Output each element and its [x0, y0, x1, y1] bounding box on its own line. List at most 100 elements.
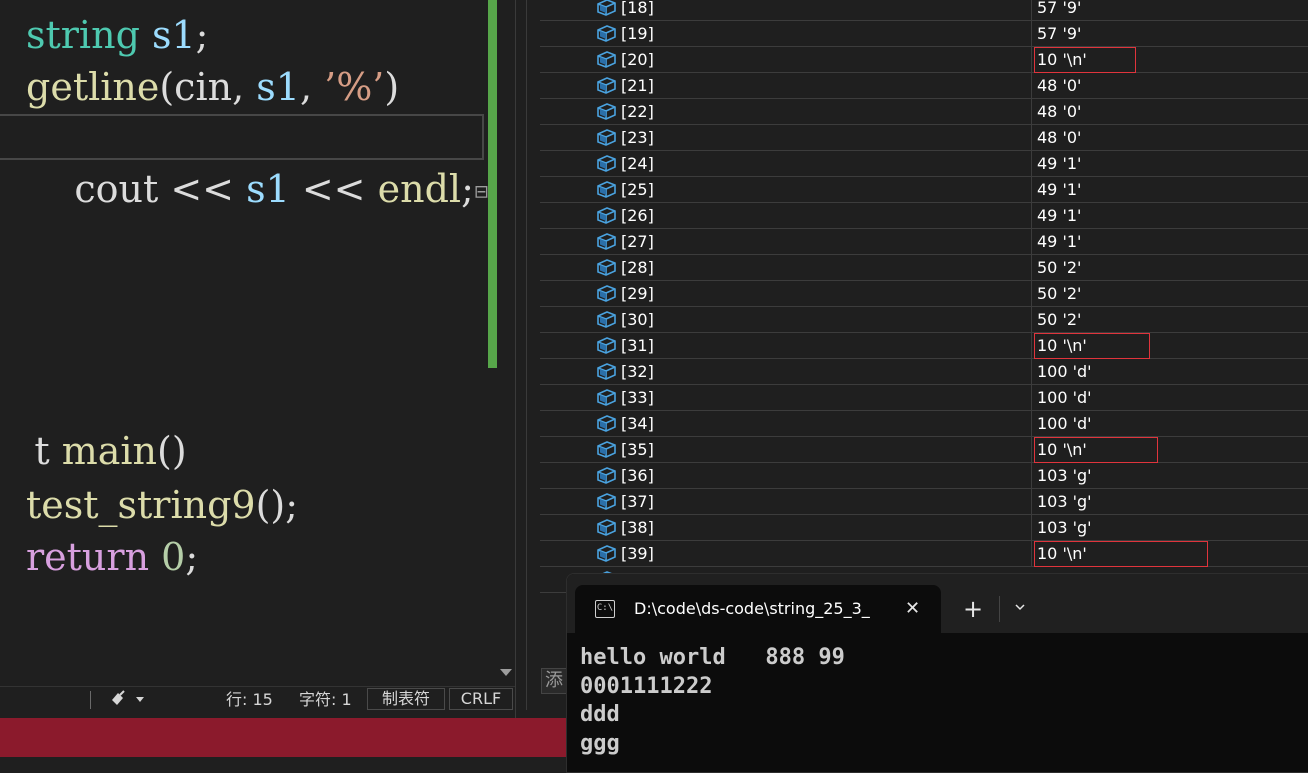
watch-row[interactable]: [31] 10 '\n': [540, 333, 1308, 359]
column-divider: [1031, 203, 1032, 229]
member-cube-icon: [595, 491, 617, 511]
watch-row[interactable]: [37] 103 'g': [540, 489, 1308, 515]
watch-row[interactable]: [33] 100 'd': [540, 385, 1308, 411]
column-divider: [1031, 437, 1032, 463]
column-divider: [1031, 463, 1032, 489]
member-cube-icon: [595, 231, 617, 251]
watch-row[interactable]: [20] 10 '\n': [540, 47, 1308, 73]
editor-status-bar: 行: 15 字符: 1 制表符 CRLF: [0, 686, 515, 712]
watch-row-value[interactable]: 57 '9': [1037, 21, 1081, 47]
member-cube-icon: [595, 257, 617, 277]
code-token: return: [26, 535, 150, 579]
watch-row[interactable]: [26] 49 '1': [540, 203, 1308, 229]
watch-row-name: [25]: [621, 180, 654, 199]
member-cube-icon: [595, 335, 617, 355]
code-line-return[interactable]: return 0;: [26, 532, 198, 582]
watch-row-value[interactable]: 50 '2': [1037, 307, 1081, 333]
fold-indicator-icon[interactable]: ⊟: [474, 182, 488, 203]
terminal-window[interactable]: C:\ D:\code\ds-code\string_25_3_ ✕ + hel…: [566, 573, 1308, 773]
watch-row-value[interactable]: 49 '1': [1037, 203, 1081, 229]
watch-row[interactable]: [25] 49 '1': [540, 177, 1308, 203]
highlight-box: [1034, 437, 1158, 463]
terminal-output-line: 0001111222: [580, 673, 713, 699]
watch-row[interactable]: [32] 100 'd': [540, 359, 1308, 385]
char-position-indicator[interactable]: 字符: 1: [299, 687, 352, 712]
watch-row-value[interactable]: 48 '0': [1037, 125, 1081, 151]
watch-row[interactable]: [19] 57 '9': [540, 21, 1308, 47]
editor-vertical-scrollbar[interactable]: [497, 0, 515, 686]
watch-row[interactable]: [18] 57 '9': [540, 0, 1308, 21]
code-line-3[interactable]: cout << s1 << endl;⊟: [26, 114, 488, 211]
member-cube-icon: [595, 439, 617, 459]
watch-row-value[interactable]: 48 '0': [1037, 99, 1081, 125]
code-editor[interactable]: string s1; getline(cin, s1, ’%’) cout <<…: [0, 0, 488, 686]
watch-row-value[interactable]: 103 'g': [1037, 515, 1092, 541]
watch-row-name: [22]: [621, 102, 654, 121]
status-divider: [90, 691, 91, 709]
member-cube-icon: [595, 309, 617, 329]
watch-row[interactable]: [36] 103 'g': [540, 463, 1308, 489]
watch-row-value[interactable]: 57 '9': [1037, 0, 1081, 21]
watch-row[interactable]: [22] 48 '0': [540, 99, 1308, 125]
member-cube-icon: [595, 283, 617, 303]
member-cube-icon: [595, 23, 617, 43]
watch-row-value[interactable]: 100 'd': [1037, 359, 1092, 385]
column-divider: [1031, 73, 1032, 99]
chevron-down-icon[interactable]: [1015, 602, 1025, 612]
watch-row[interactable]: [28] 50 '2': [540, 255, 1308, 281]
member-cube-icon: [595, 413, 617, 433]
watch-row-value[interactable]: 48 '0': [1037, 73, 1081, 99]
column-divider: [1031, 307, 1032, 333]
code-line-1[interactable]: string s1;: [26, 10, 208, 60]
watch-row-value[interactable]: 49 '1': [1037, 177, 1081, 203]
watch-row[interactable]: [34] 100 'd': [540, 411, 1308, 437]
watch-row[interactable]: [30] 50 '2': [540, 307, 1308, 333]
watch-row-name: [23]: [621, 128, 654, 147]
close-tab-icon[interactable]: ✕: [905, 585, 920, 633]
code-token: test_string9: [26, 483, 256, 527]
watch-row-value[interactable]: 100 'd': [1037, 411, 1092, 437]
watch-row-name: [39]: [621, 544, 654, 563]
scroll-down-arrow-icon[interactable]: [497, 664, 515, 680]
watch-row[interactable]: [39] 10 '\n': [540, 541, 1308, 567]
watch-row[interactable]: [35] 10 '\n': [540, 437, 1308, 463]
watch-row-name: [31]: [621, 336, 654, 355]
terminal-tab-title: D:\code\ds-code\string_25_3_: [634, 599, 870, 618]
watch-row-value[interactable]: 49 '1': [1037, 151, 1081, 177]
member-cube-icon: [595, 361, 617, 381]
watch-row[interactable]: [23] 48 '0': [540, 125, 1308, 151]
terminal-tab[interactable]: C:\ D:\code\ds-code\string_25_3_ ✕: [575, 585, 941, 633]
member-cube-icon: [595, 153, 617, 173]
member-cube-icon: [595, 0, 617, 17]
watch-row-value[interactable]: 103 'g': [1037, 489, 1092, 515]
column-divider: [1031, 21, 1032, 47]
code-line-test-call[interactable]: test_string9();: [26, 480, 298, 530]
line-number-indicator[interactable]: 行: 15: [226, 687, 273, 712]
highlight-box: [1034, 333, 1150, 359]
code-token: (cin,: [159, 65, 257, 109]
watch-row-value[interactable]: 50 '2': [1037, 281, 1081, 307]
tab-mode-indicator[interactable]: 制表符: [367, 688, 445, 710]
watch-row[interactable]: [38] 103 'g': [540, 515, 1308, 541]
terminal-tab-bar: C:\ D:\code\ds-code\string_25_3_ ✕ +: [567, 574, 1308, 633]
watch-row-value[interactable]: 50 '2': [1037, 255, 1081, 281]
terminal-output[interactable]: hello world 888 99 0001111222 ddd ggg: [580, 644, 845, 758]
code-token: getline: [26, 65, 160, 109]
watch-row-value[interactable]: 100 'd': [1037, 385, 1092, 411]
watch-row-name: [37]: [621, 492, 654, 511]
watch-row-value[interactable]: 103 'g': [1037, 463, 1092, 489]
watch-row[interactable]: [24] 49 '1': [540, 151, 1308, 177]
code-line-main[interactable]: t main(): [0, 376, 186, 473]
code-token: s1: [151, 13, 196, 57]
watch-row[interactable]: [21] 48 '0': [540, 73, 1308, 99]
watch-window[interactable]: [18] 57 '9' [19] 57 '9' [20] 10 '\n' [21] 48 '0…: [540, 0, 1308, 600]
watch-row[interactable]: [29] 50 '2': [540, 281, 1308, 307]
new-tab-button[interactable]: +: [963, 594, 983, 624]
pane-splitter[interactable]: [515, 0, 540, 718]
watch-row-value[interactable]: 49 '1': [1037, 229, 1081, 255]
cleanup-brush-icon[interactable]: [108, 689, 148, 714]
watch-row[interactable]: [27] 49 '1': [540, 229, 1308, 255]
line-ending-indicator[interactable]: CRLF: [449, 688, 513, 710]
code-line-2[interactable]: getline(cin, s1, ’%’): [26, 62, 399, 112]
column-divider: [1031, 99, 1032, 125]
